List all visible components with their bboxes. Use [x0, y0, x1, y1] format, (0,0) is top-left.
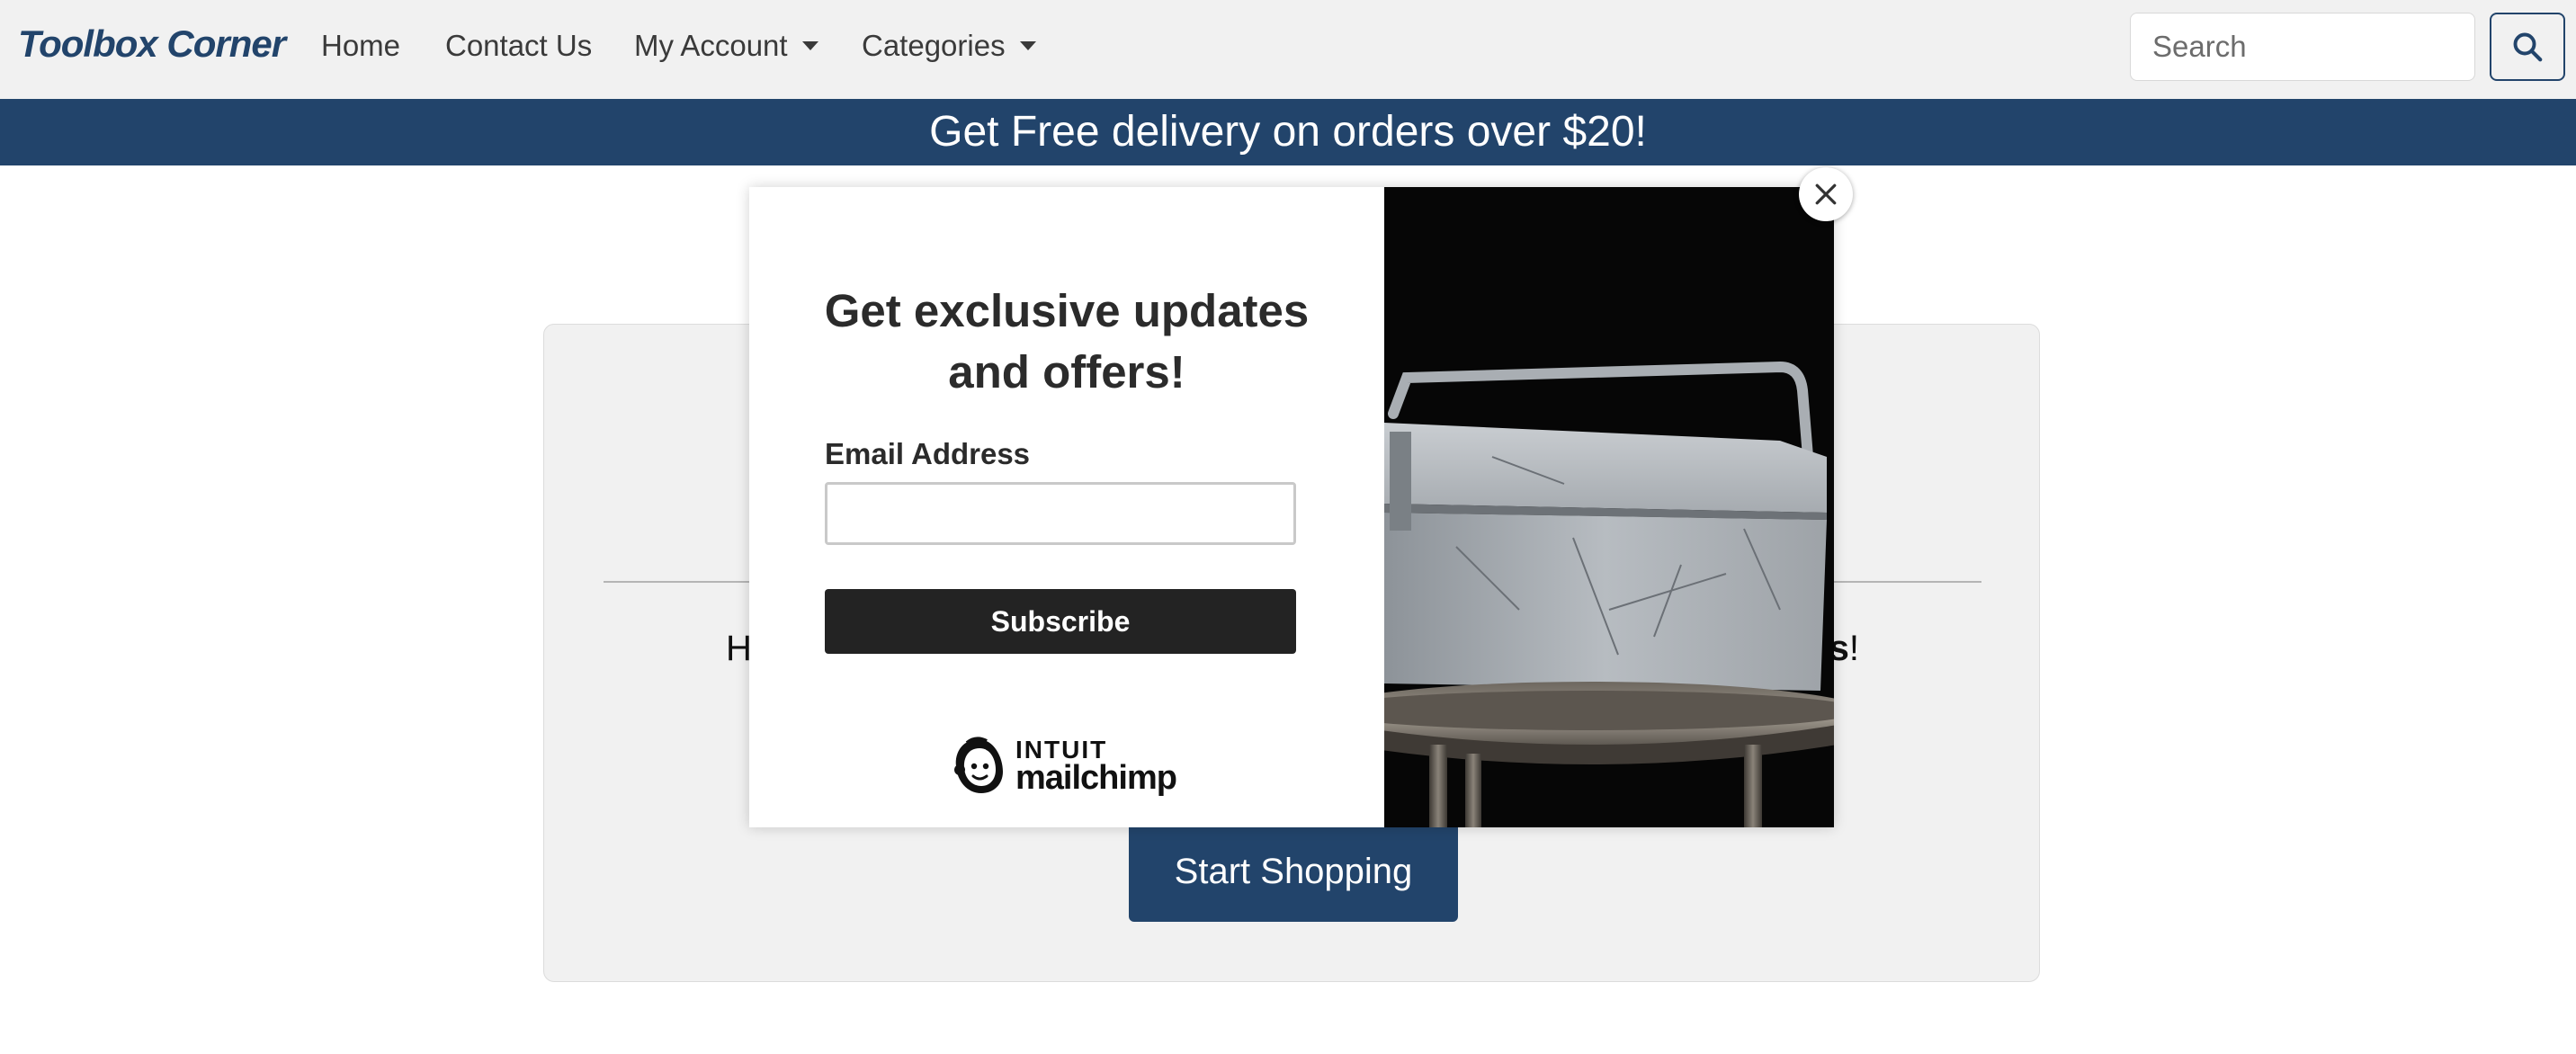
search-input[interactable] — [2130, 13, 2475, 81]
logo-mailchimp-text: mailchimp — [1015, 759, 1177, 797]
nav-dropdown-label: Categories — [862, 29, 1006, 62]
nav-dropdown-label: My Account — [634, 29, 788, 62]
email-field[interactable] — [825, 482, 1296, 545]
close-icon — [1815, 183, 1837, 205]
popup-form-panel: Get exclusive updates and offers! Email … — [749, 187, 1384, 827]
mailchimp-wordmark: INTUIT mailchimp — [1015, 737, 1177, 797]
brand-logo[interactable]: Toolbox Corner — [18, 22, 286, 66]
mailchimp-logo[interactable]: INTUIT mailchimp — [949, 736, 1183, 800]
caret-down-icon — [801, 41, 818, 51]
toolbox-image — [1384, 187, 1834, 827]
toolbox-photo — [1384, 187, 1834, 827]
caret-down-icon — [1019, 41, 1036, 51]
freddie-icon — [954, 737, 1003, 793]
start-shopping-button[interactable]: Start Shopping — [1129, 821, 1458, 922]
popup-close-button[interactable] — [1799, 167, 1853, 221]
subscribe-button[interactable]: Subscribe — [825, 589, 1296, 654]
search-icon — [2513, 32, 2543, 62]
newsletter-popup: Get exclusive updates and offers! Email … — [749, 187, 1834, 827]
nav-dropdown-my-account[interactable]: My Account — [634, 29, 818, 63]
email-label: Email Address — [825, 437, 1031, 470]
navbar: Toolbox Corner Home Contact Us My Accoun… — [0, 0, 2576, 99]
promo-banner: Get Free delivery on orders over $20! — [0, 99, 2576, 165]
nav-link-home[interactable]: Home — [321, 29, 400, 63]
welcome-text-end: ! — [1848, 629, 1860, 668]
popup-title: Get exclusive updates and offers! — [824, 285, 1310, 397]
nav-link-contact[interactable]: Contact Us — [445, 29, 592, 63]
nav-dropdown-categories[interactable]: Categories — [862, 29, 1036, 63]
search-button[interactable] — [2490, 13, 2565, 81]
